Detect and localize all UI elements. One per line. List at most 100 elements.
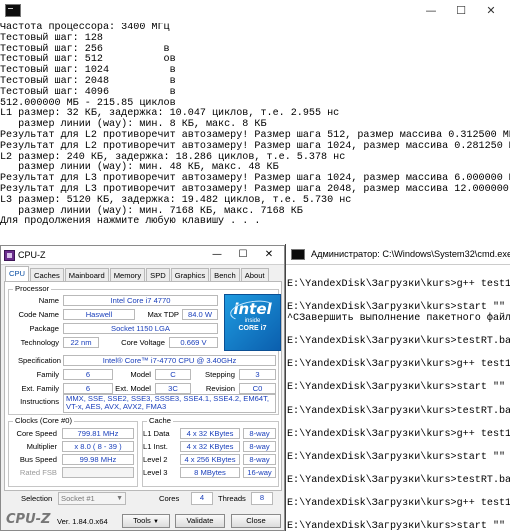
- revision-value: C0: [239, 383, 276, 394]
- tab-bench[interactable]: Bench: [210, 268, 240, 281]
- cache-group: Cache L1 Data 4 x 32 KBytes 8-way L1 Ins…: [142, 416, 279, 487]
- model-value: C: [155, 369, 191, 380]
- instructions-value: MMX, SSE, SSE2, SSE3, SSSE3, SSE4.1, SSE…: [63, 394, 276, 413]
- selection-label: Selection: [21, 494, 53, 503]
- ratedfsb-value: [62, 467, 134, 478]
- package-label: Package: [29, 324, 59, 333]
- console-line: Тестовый шаг: 128: [0, 32, 103, 44]
- cpuz-close-bottom-button[interactable]: Close: [231, 514, 281, 528]
- cache-l1data-size: 4 x 32 KBytes: [180, 428, 240, 439]
- cmd-line: E:\YandexDisk\Загрузки\kurs>start "" /R: [287, 451, 510, 463]
- cache-l1data-way: 8-way: [243, 428, 276, 439]
- package-value: Socket 1150 LGA: [63, 323, 218, 334]
- processor-legend: Processor: [13, 284, 52, 293]
- validate-button[interactable]: Validate: [175, 514, 225, 528]
- maximize-button[interactable]: ☐: [446, 2, 476, 19]
- cpu-tab-panel: Processor Name Intel Core i7 4770 Code N…: [4, 281, 282, 491]
- maxtdp-value: 84.0 W: [182, 309, 218, 320]
- cache-l1inst-label: L1 Inst.: [143, 442, 168, 451]
- stepping-label: Stepping: [205, 370, 235, 379]
- tools-button[interactable]: Tools ▼: [122, 514, 170, 528]
- maxtdp-label: Max TDP: [147, 310, 179, 319]
- corevoltage-value: 0.669 V: [169, 337, 218, 348]
- threads-label: Threads: [218, 494, 246, 503]
- cache-l1inst-size: 4 x 32 KBytes: [180, 441, 240, 452]
- extmodel-label: Ext. Model: [115, 384, 151, 393]
- clocks-legend: Clocks (Core #0): [13, 416, 74, 425]
- cpuz-close-button[interactable]: ✕: [256, 247, 282, 263]
- cmd-line: [287, 325, 510, 337]
- console-line: Результат для L2 противоречит автозамеру…: [0, 140, 510, 152]
- family-label: Family: [36, 370, 59, 379]
- cpuz-app-icon: [4, 250, 15, 261]
- specification-value: Intel® Core™ i7-4770 CPU @ 3.40GHz: [63, 355, 276, 366]
- cmd-line: E:\YandexDisk\Загрузки\kurs>g++ test1.c: [287, 497, 510, 509]
- cmd-line: [287, 509, 510, 521]
- specification-label: Specification: [17, 356, 61, 365]
- dropdown-arrow-icon: ▼: [152, 519, 159, 525]
- cpuz-brand-logo: CPU-Z: [6, 512, 51, 527]
- console-line: Тестовый шаг: 4096 в: [0, 86, 176, 98]
- selection-value: Socket #1: [61, 494, 95, 503]
- cache-l1inst-way: 8-way: [243, 441, 276, 452]
- cmd-line: [287, 440, 510, 452]
- processor-group: Processor Name Intel Core i7 4770 Code N…: [8, 284, 281, 415]
- clocks-group: Clocks (Core #0) Core Speed 799.81 MHz M…: [8, 416, 138, 487]
- console-titlebar[interactable]: — ☐ ✕: [0, 0, 510, 21]
- cmd-window: Администратор: C:\Windows\System32\cmd.e…: [285, 244, 510, 531]
- intel-core-i7-logo: intel inside CORE i7: [224, 294, 281, 351]
- cmd-output: E:\YandexDisk\Загрузки\kurs>g++ test1.c …: [286, 267, 510, 531]
- console-icon: [5, 4, 21, 17]
- extmodel-value: 3C: [155, 383, 191, 394]
- chevron-down-icon: ▼: [116, 495, 123, 502]
- cpuz-maximize-button[interactable]: ☐: [230, 247, 256, 263]
- cmd-line: E:\YandexDisk\Загрузки\kurs>testRT.bat: [287, 405, 510, 417]
- cmd-line: E:\YandexDisk\Загрузки\kurs>start "" /R: [287, 301, 510, 313]
- cmd-titlebar[interactable]: Администратор: C:\Windows\System32\cmd.e…: [286, 244, 510, 265]
- tab-graphics[interactable]: Graphics: [170, 268, 210, 281]
- cache-level2-size: 4 x 256 KBytes: [180, 454, 240, 465]
- console-output: Частота процессора: 3400 МГц Тестовый шаг…: [0, 23, 510, 228]
- family-value: 6: [63, 369, 113, 380]
- tab-spd[interactable]: SPD: [146, 268, 170, 281]
- extfamily-label: Ext. Family: [21, 384, 59, 393]
- selection-dropdown[interactable]: Socket #1 ▼: [58, 492, 126, 505]
- cpuz-titlebar[interactable]: CPU-Z — ☐ ✕: [1, 246, 284, 265]
- cmd-line: E:\YandexDisk\Загрузки\kurs>testRT.bat: [287, 336, 510, 348]
- cores-label: Cores: [159, 494, 180, 503]
- cache-level2-way: 8-way: [243, 454, 276, 465]
- corevoltage-label: Core Voltage: [121, 338, 165, 347]
- cmd-line: E:\YandexDisk\Загрузки\kurs>g++ test1.c: [287, 428, 510, 440]
- stepping-value: 3: [239, 369, 276, 380]
- cache-level2-label: Level 2: [143, 455, 168, 464]
- cores-value: 4: [191, 492, 213, 505]
- cpuz-version: Ver. 1.84.0.x64: [57, 517, 108, 526]
- console-line: Для продолжения нажмите любую клавишу . …: [0, 216, 261, 228]
- cpuz-minimize-button[interactable]: —: [204, 247, 230, 263]
- tab-about[interactable]: About: [240, 268, 269, 281]
- tools-label: Tools: [133, 516, 151, 525]
- instructions-label: Instructions: [20, 397, 59, 406]
- corespeed-label: Core Speed: [16, 429, 57, 438]
- name-label: Name: [38, 296, 59, 305]
- name-value: Intel Core i7 4770: [63, 295, 218, 306]
- cache-level3-size: 8 MBytes: [180, 467, 240, 478]
- cache-legend: Cache: [147, 416, 173, 425]
- close-button[interactable]: ✕: [476, 2, 506, 19]
- tab-cpu[interactable]: CPU: [5, 266, 30, 281]
- cmd-line: E:\YandexDisk\Загрузки\kurs>g++ test1.c: [287, 359, 510, 371]
- cmd-line: [287, 371, 510, 383]
- console-line: L3 размер: 5120 КБ, задержка: 19.482 цик…: [0, 194, 352, 206]
- minimize-button[interactable]: —: [416, 2, 446, 19]
- cache-level3-label: Level 3: [143, 468, 168, 477]
- cmd-line: E:\YandexDisk\Загрузки\kurs>start "" /R: [287, 521, 510, 531]
- corespeed-value: 799.81 MHz: [62, 428, 134, 439]
- cmd-line: [287, 348, 510, 360]
- cpuz-tabs: CPU Caches Mainboard Memory SPD Graphics…: [5, 266, 270, 281]
- tab-memory[interactable]: Memory: [109, 268, 146, 281]
- tab-caches[interactable]: Caches: [30, 268, 64, 281]
- extfamily-value: 6: [63, 383, 113, 394]
- codename-label: Code Name: [18, 310, 59, 319]
- model-label: Model: [130, 370, 151, 379]
- tab-mainboard[interactable]: Mainboard: [64, 268, 109, 281]
